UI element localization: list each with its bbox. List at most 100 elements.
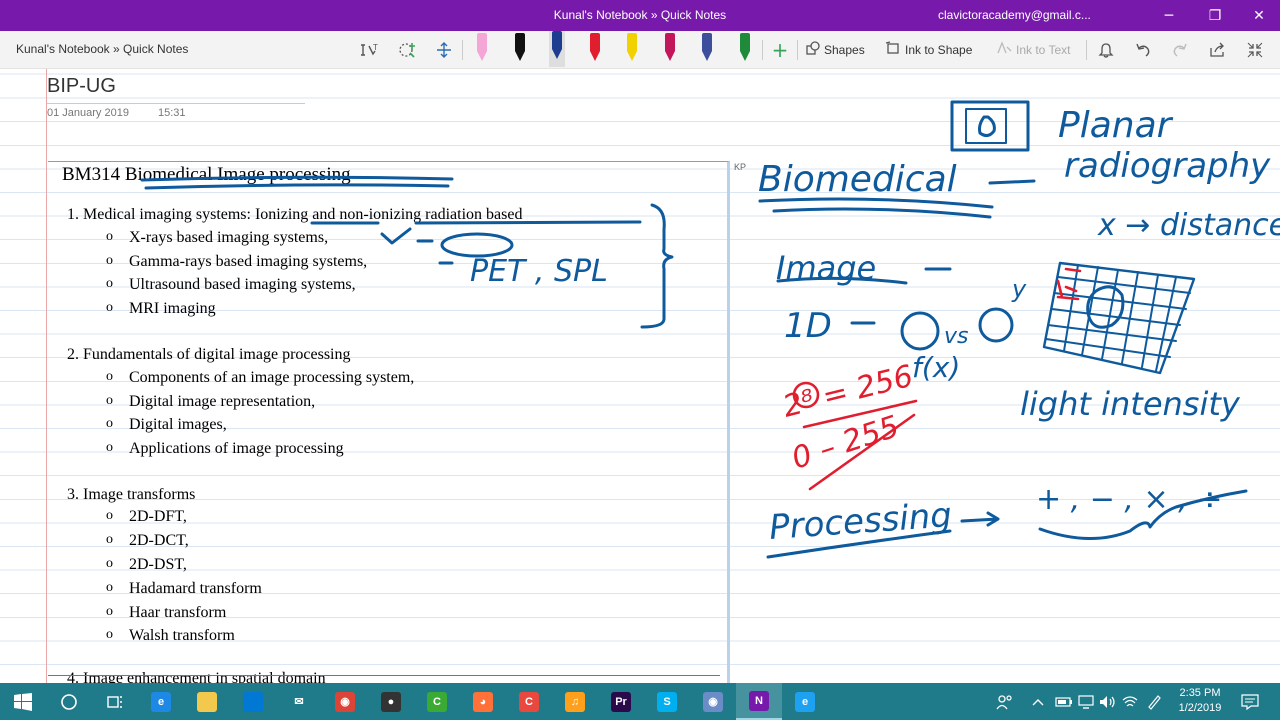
bullet-icon: o [106,416,113,431]
action-center-icon[interactable] [1241,683,1259,720]
edge-taskbar-icon[interactable]: e [138,683,184,720]
toolbar-separator [762,40,763,60]
course-outline-container[interactable]: BM314 Biomedical Image processing 1. Med… [48,161,730,683]
mail-icon: ✉ [289,691,309,712]
task-view-icon[interactable] [92,683,138,720]
store-taskbar-icon[interactable] [230,683,276,720]
network-icon[interactable] [1078,683,1094,720]
taskbar-clock[interactable]: 2:35 PM 1/2/2019 [1168,686,1232,716]
lasso-select-icon[interactable] [394,31,420,69]
onenote-icon: N [749,690,769,711]
camtasia-taskbar-icon[interactable]: C [414,683,460,720]
pen-body [739,33,750,51]
clock-time: 2:35 PM [1179,687,1221,699]
add-pen-icon[interactable]: + [767,31,793,69]
note-page[interactable]: BIP-UG 01 January 2019 15:31 BM314 Biome… [0,69,1280,683]
chrome-taskbar-icon[interactable]: ◉ [322,683,368,720]
file-explorer-icon [197,691,217,712]
section-title: 3. Image transforms [67,486,196,503]
skype-icon: S [657,691,677,712]
wifi-icon[interactable] [1122,683,1138,720]
firefox-taskbar-icon[interactable]: ◕ [460,683,506,720]
chrome-2-icon: ◉ [703,691,723,712]
draw-toolbar: Kunal's Notebook » Quick Notes T + Shape… [0,31,1280,69]
bullet-icon: o [106,604,113,619]
onenote-taskbar-icon[interactable]: N [736,683,782,720]
notifications-bell-icon[interactable] [1094,31,1118,69]
bullet-icon: o [106,627,113,642]
ink-to-text-icon [996,41,1012,58]
pen-icon[interactable] [662,33,678,63]
file-explorer-taskbar-icon[interactable] [184,683,230,720]
pen-icon[interactable] [587,33,603,63]
redo-icon[interactable] [1168,31,1192,69]
pen-icon[interactable] [699,33,715,63]
edge-icon: e [151,691,171,712]
pen-tip [589,51,600,61]
toolbar-separator [797,40,798,60]
tray-chevron-up-icon[interactable] [1032,683,1044,720]
mail-taskbar-icon[interactable]: ✉ [276,683,322,720]
restore-button[interactable]: ❐ [1192,0,1238,31]
pen-icon[interactable] [624,33,640,63]
section-title: 2. Fundamentals of digital image process… [67,346,351,363]
camtasia-recorder-taskbar-icon[interactable]: C [506,683,552,720]
internet-explorer-taskbar-icon[interactable]: e [782,683,828,720]
account-email[interactable]: clavictoracademy@gmail.c... [938,8,1091,22]
bullet-icon: o [106,276,113,291]
bullet-icon: o [106,300,113,315]
media-icon: ● [381,691,401,712]
volume-icon[interactable] [1099,683,1117,720]
pen-icon[interactable] [474,33,490,63]
battery-icon[interactable] [1055,683,1073,720]
pen-workspace-icon[interactable] [1146,683,1162,720]
skype-taskbar-icon[interactable]: S [644,683,690,720]
pen-icon[interactable] [737,33,753,63]
firefox-icon: ◕ [473,691,493,712]
section-title-cutoff: 4. Image enhancement in spatial domain [67,670,326,683]
pen-tip [627,51,637,61]
pen-tip [664,51,675,61]
share-icon[interactable] [1205,31,1229,69]
store-icon [243,691,263,712]
chrome-2-taskbar-icon[interactable]: ◉ [690,683,736,720]
svg-text:T: T [373,43,378,52]
bullet-icon: o [106,440,113,455]
pen-tip [739,51,750,61]
toolbar-separator [462,40,463,60]
windows-start-icon[interactable] [0,683,46,720]
toolbar-separator [1086,40,1087,60]
full-screen-icon[interactable] [1243,31,1267,69]
pen-body [477,33,487,51]
search-icon[interactable] [46,683,92,720]
people-icon[interactable] [996,683,1014,720]
shapes-button[interactable]: Shapes [806,41,865,58]
audio-taskbar-icon[interactable]: ♫ [552,683,598,720]
camtasia-icon: C [427,691,447,712]
shapes-label: Shapes [824,42,865,57]
pen-body [589,33,600,51]
bullet-icon: o [106,508,113,523]
shapes-icon [806,41,820,58]
ink-to-shape-button[interactable]: Ink to Shape [885,41,972,58]
bullet-icon: o [106,229,113,244]
add-space-icon[interactable] [431,31,457,69]
pen-icon[interactable] [512,33,528,63]
ink-to-text-button[interactable]: Ink to Text [996,41,1070,58]
bullet-icon: o [106,253,113,268]
pen-body [702,33,712,51]
close-button[interactable]: ✕ [1236,0,1280,31]
page-margin-line [46,69,47,683]
undo-icon[interactable] [1131,31,1155,69]
internet-explorer-icon: e [795,691,815,712]
premiere-taskbar-icon[interactable]: Pr [598,683,644,720]
windows-taskbar: e ✉ ◉ ● C ◕ C ♫ Pr S ◉ Ne 2:35 PM 1/2/2019 [0,683,1280,720]
type-lasso-icon[interactable]: T [357,31,383,69]
bullet-icon: o [106,369,113,384]
audio-icon: ♫ [565,691,585,712]
media-taskbar-icon[interactable]: ● [368,683,414,720]
breadcrumb[interactable]: Kunal's Notebook » Quick Notes [16,42,188,56]
page-title[interactable]: BIP-UG [47,75,116,98]
pen-icon[interactable] [549,31,565,67]
minimize-button[interactable]: ─ [1146,0,1192,31]
